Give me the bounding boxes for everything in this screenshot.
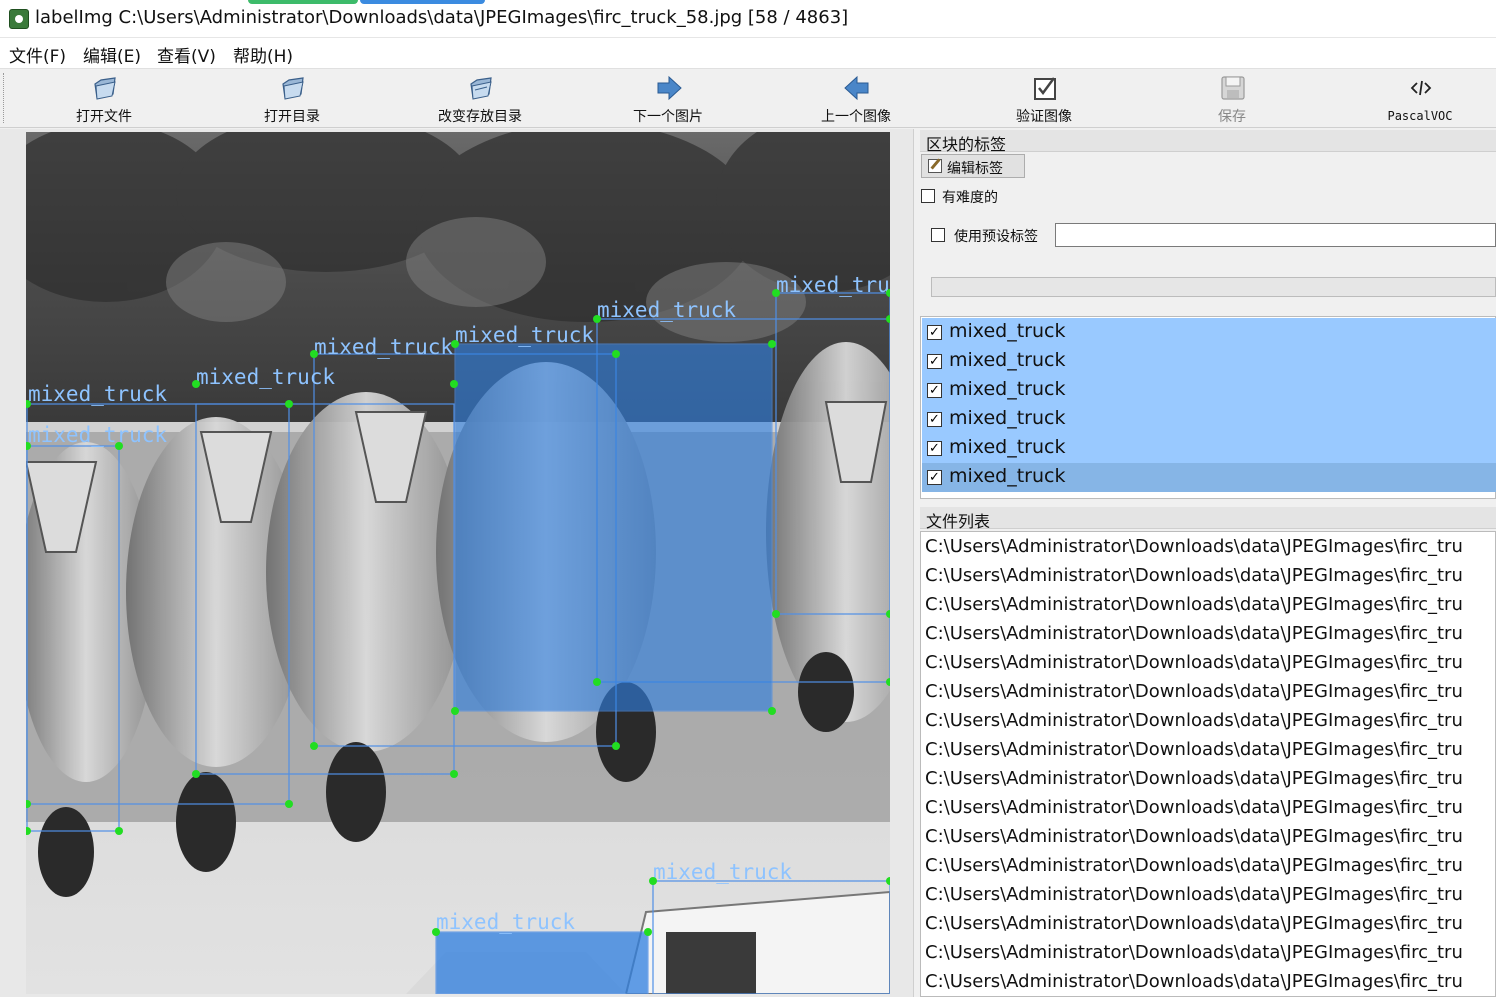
arrow-left-icon <box>844 75 869 101</box>
box-label-text-9: mixed_truck <box>653 860 792 884</box>
canvas-area[interactable]: mixed_truck mixed_truck mixed_truck mixe… <box>0 129 914 997</box>
save-button[interactable]: 保存 <box>1157 71 1307 127</box>
box-mixed-truck-8-filled[interactable] <box>435 931 649 994</box>
file-list[interactable]: C:\Users\Administrator\Downloads\data\JP… <box>920 531 1496 997</box>
title-accent-blue <box>360 0 485 4</box>
open-dir-button[interactable]: 打开目录 <box>217 71 367 127</box>
file-list-item[interactable]: C:\Users\Administrator\Downloads\data\JP… <box>925 913 1463 942</box>
change-save-dir-label: 改变存放目录 <box>438 109 522 125</box>
file-list-item[interactable]: C:\Users\Administrator\Downloads\data\JP… <box>925 884 1463 913</box>
default-label-input[interactable] <box>1055 223 1496 247</box>
box-mixed-truck-5-filled[interactable] <box>454 343 773 712</box>
box-label-text-1: mixed_truck <box>28 423 167 447</box>
box-label-text-3: mixed_truck <box>196 365 335 389</box>
format-pascalvoc-button[interactable]: PascalVOC <box>1345 71 1495 127</box>
box-label-text-6: mixed_truck <box>597 298 736 322</box>
label-list-item[interactable]: ✓ mixed_truck <box>922 434 1496 463</box>
edit-icon <box>928 159 942 173</box>
edit-label-button[interactable]: 编辑标签 <box>921 154 1025 178</box>
progress-bar <box>931 277 1496 297</box>
verify-image-label: 验证图像 <box>1016 109 1072 125</box>
label-item-text: mixed_truck <box>949 349 1066 371</box>
code-icon <box>1410 80 1432 96</box>
open-dir-label: 打开目录 <box>264 109 320 125</box>
file-list-item[interactable]: C:\Users\Administrator\Downloads\data\JP… <box>925 710 1463 739</box>
box-label-text-8: mixed_truck <box>436 910 575 934</box>
label-list[interactable]: ✓ mixed_truck ✓ mixed_truck ✓ mixed_truc… <box>920 316 1496 499</box>
prev-image-label: 上一个图像 <box>821 109 891 125</box>
label-checkbox[interactable]: ✓ <box>927 412 942 427</box>
label-checkbox[interactable]: ✓ <box>927 441 942 456</box>
right-panel: 区块的标签 编辑标签 有难度的 使用预设标签 ✓ mixed_truck ✓ m… <box>917 129 1496 997</box>
folder-icon <box>470 77 492 100</box>
title-accent-green <box>248 0 358 4</box>
label-item-text: mixed_truck <box>949 407 1066 429</box>
toolbar: 打开文件 打开目录 改变存放目录 下一个图片 上一个图像 验证图像 保存 Pas… <box>0 68 1496 128</box>
folder-icon <box>94 77 116 100</box>
next-image-label: 下一个图片 <box>633 109 703 125</box>
format-pascalvoc-label: PascalVOC <box>1387 109 1453 123</box>
menu-edit[interactable]: 编辑(E) <box>83 42 141 67</box>
file-list-item[interactable]: C:\Users\Administrator\Downloads\data\JP… <box>925 739 1463 768</box>
box-label-text-7: mixed_truck <box>776 273 890 297</box>
difficult-label: 有难度的 <box>942 190 998 206</box>
label-item-text: mixed_truck <box>949 436 1066 458</box>
menu-bar: 文件(F) 编辑(E) 查看(V) 帮助(H) <box>0 38 1496 68</box>
open-file-button[interactable]: 打开文件 <box>29 71 179 127</box>
difficult-checkbox[interactable] <box>921 189 935 203</box>
window-title: labelImg C:\Users\Administrator\Download… <box>35 7 849 28</box>
file-list-item[interactable]: C:\Users\Administrator\Downloads\data\JP… <box>925 681 1463 710</box>
app-icon <box>9 9 29 29</box>
edit-label-text: 编辑标签 <box>947 161 1003 177</box>
open-file-label: 打开文件 <box>76 109 132 125</box>
save-label: 保存 <box>1218 109 1246 125</box>
file-list-item[interactable]: C:\Users\Administrator\Downloads\data\JP… <box>925 942 1463 971</box>
label-checkbox[interactable]: ✓ <box>927 354 942 369</box>
label-checkbox[interactable]: ✓ <box>927 470 942 485</box>
title-bar: labelImg C:\Users\Administrator\Download… <box>0 0 1496 38</box>
file-list-item[interactable]: C:\Users\Administrator\Downloads\data\JP… <box>925 565 1463 594</box>
arrow-right-icon <box>657 75 682 101</box>
annotation-canvas[interactable]: mixed_truck mixed_truck mixed_truck mixe… <box>26 132 890 994</box>
box-labels-panel-title: 区块的标签 <box>920 130 1496 154</box>
label-checkbox[interactable]: ✓ <box>927 325 942 340</box>
file-list-item[interactable]: C:\Users\Administrator\Downloads\data\JP… <box>925 855 1463 884</box>
file-list-item[interactable]: C:\Users\Administrator\Downloads\data\JP… <box>925 797 1463 826</box>
file-list-item[interactable]: C:\Users\Administrator\Downloads\data\JP… <box>925 652 1463 681</box>
label-item-text: mixed_truck <box>949 378 1066 400</box>
label-list-item[interactable]: ✓ mixed_truck <box>922 405 1496 434</box>
menu-file[interactable]: 文件(F) <box>9 42 66 67</box>
next-image-button[interactable]: 下一个图片 <box>593 71 743 127</box>
file-list-item[interactable]: C:\Users\Administrator\Downloads\data\JP… <box>925 826 1463 855</box>
folder-icon <box>282 77 304 100</box>
label-list-item[interactable]: ✓ mixed_truck <box>922 318 1496 347</box>
file-list-panel-title: 文件列表 <box>920 507 1496 531</box>
label-checkbox[interactable]: ✓ <box>927 383 942 398</box>
file-list-item[interactable]: C:\Users\Administrator\Downloads\data\JP… <box>925 971 1463 996</box>
verify-image-button[interactable]: 验证图像 <box>969 71 1119 127</box>
save-icon <box>1221 76 1245 100</box>
file-list-item[interactable]: C:\Users\Administrator\Downloads\data\JP… <box>925 594 1463 623</box>
label-list-item[interactable]: ✓ mixed_truck <box>922 376 1496 405</box>
box-label-text-2: mixed_truck <box>28 382 167 406</box>
prev-image-button[interactable]: 上一个图像 <box>781 71 931 127</box>
use-default-label-label: 使用预设标签 <box>954 229 1038 245</box>
box-label-text-4: mixed_truck <box>314 335 453 359</box>
file-list-item[interactable]: C:\Users\Administrator\Downloads\data\JP… <box>925 768 1463 797</box>
box-label-text-5: mixed_truck <box>455 323 594 347</box>
menu-help[interactable]: 帮助(H) <box>233 42 293 67</box>
label-item-text: mixed_truck <box>949 320 1066 342</box>
label-list-item[interactable]: ✓ mixed_truck <box>922 347 1496 376</box>
toolbar-grip[interactable] <box>3 73 5 123</box>
check-icon <box>1034 77 1056 100</box>
file-list-item[interactable]: C:\Users\Administrator\Downloads\data\JP… <box>925 536 1463 565</box>
use-default-label-checkbox[interactable] <box>931 228 945 242</box>
label-item-text: mixed_truck <box>949 465 1066 487</box>
menu-view[interactable]: 查看(V) <box>157 42 216 67</box>
file-list-item[interactable]: C:\Users\Administrator\Downloads\data\JP… <box>925 623 1463 652</box>
change-save-dir-button[interactable]: 改变存放目录 <box>405 71 555 127</box>
label-list-item-selected[interactable]: ✓ mixed_truck <box>922 463 1496 492</box>
